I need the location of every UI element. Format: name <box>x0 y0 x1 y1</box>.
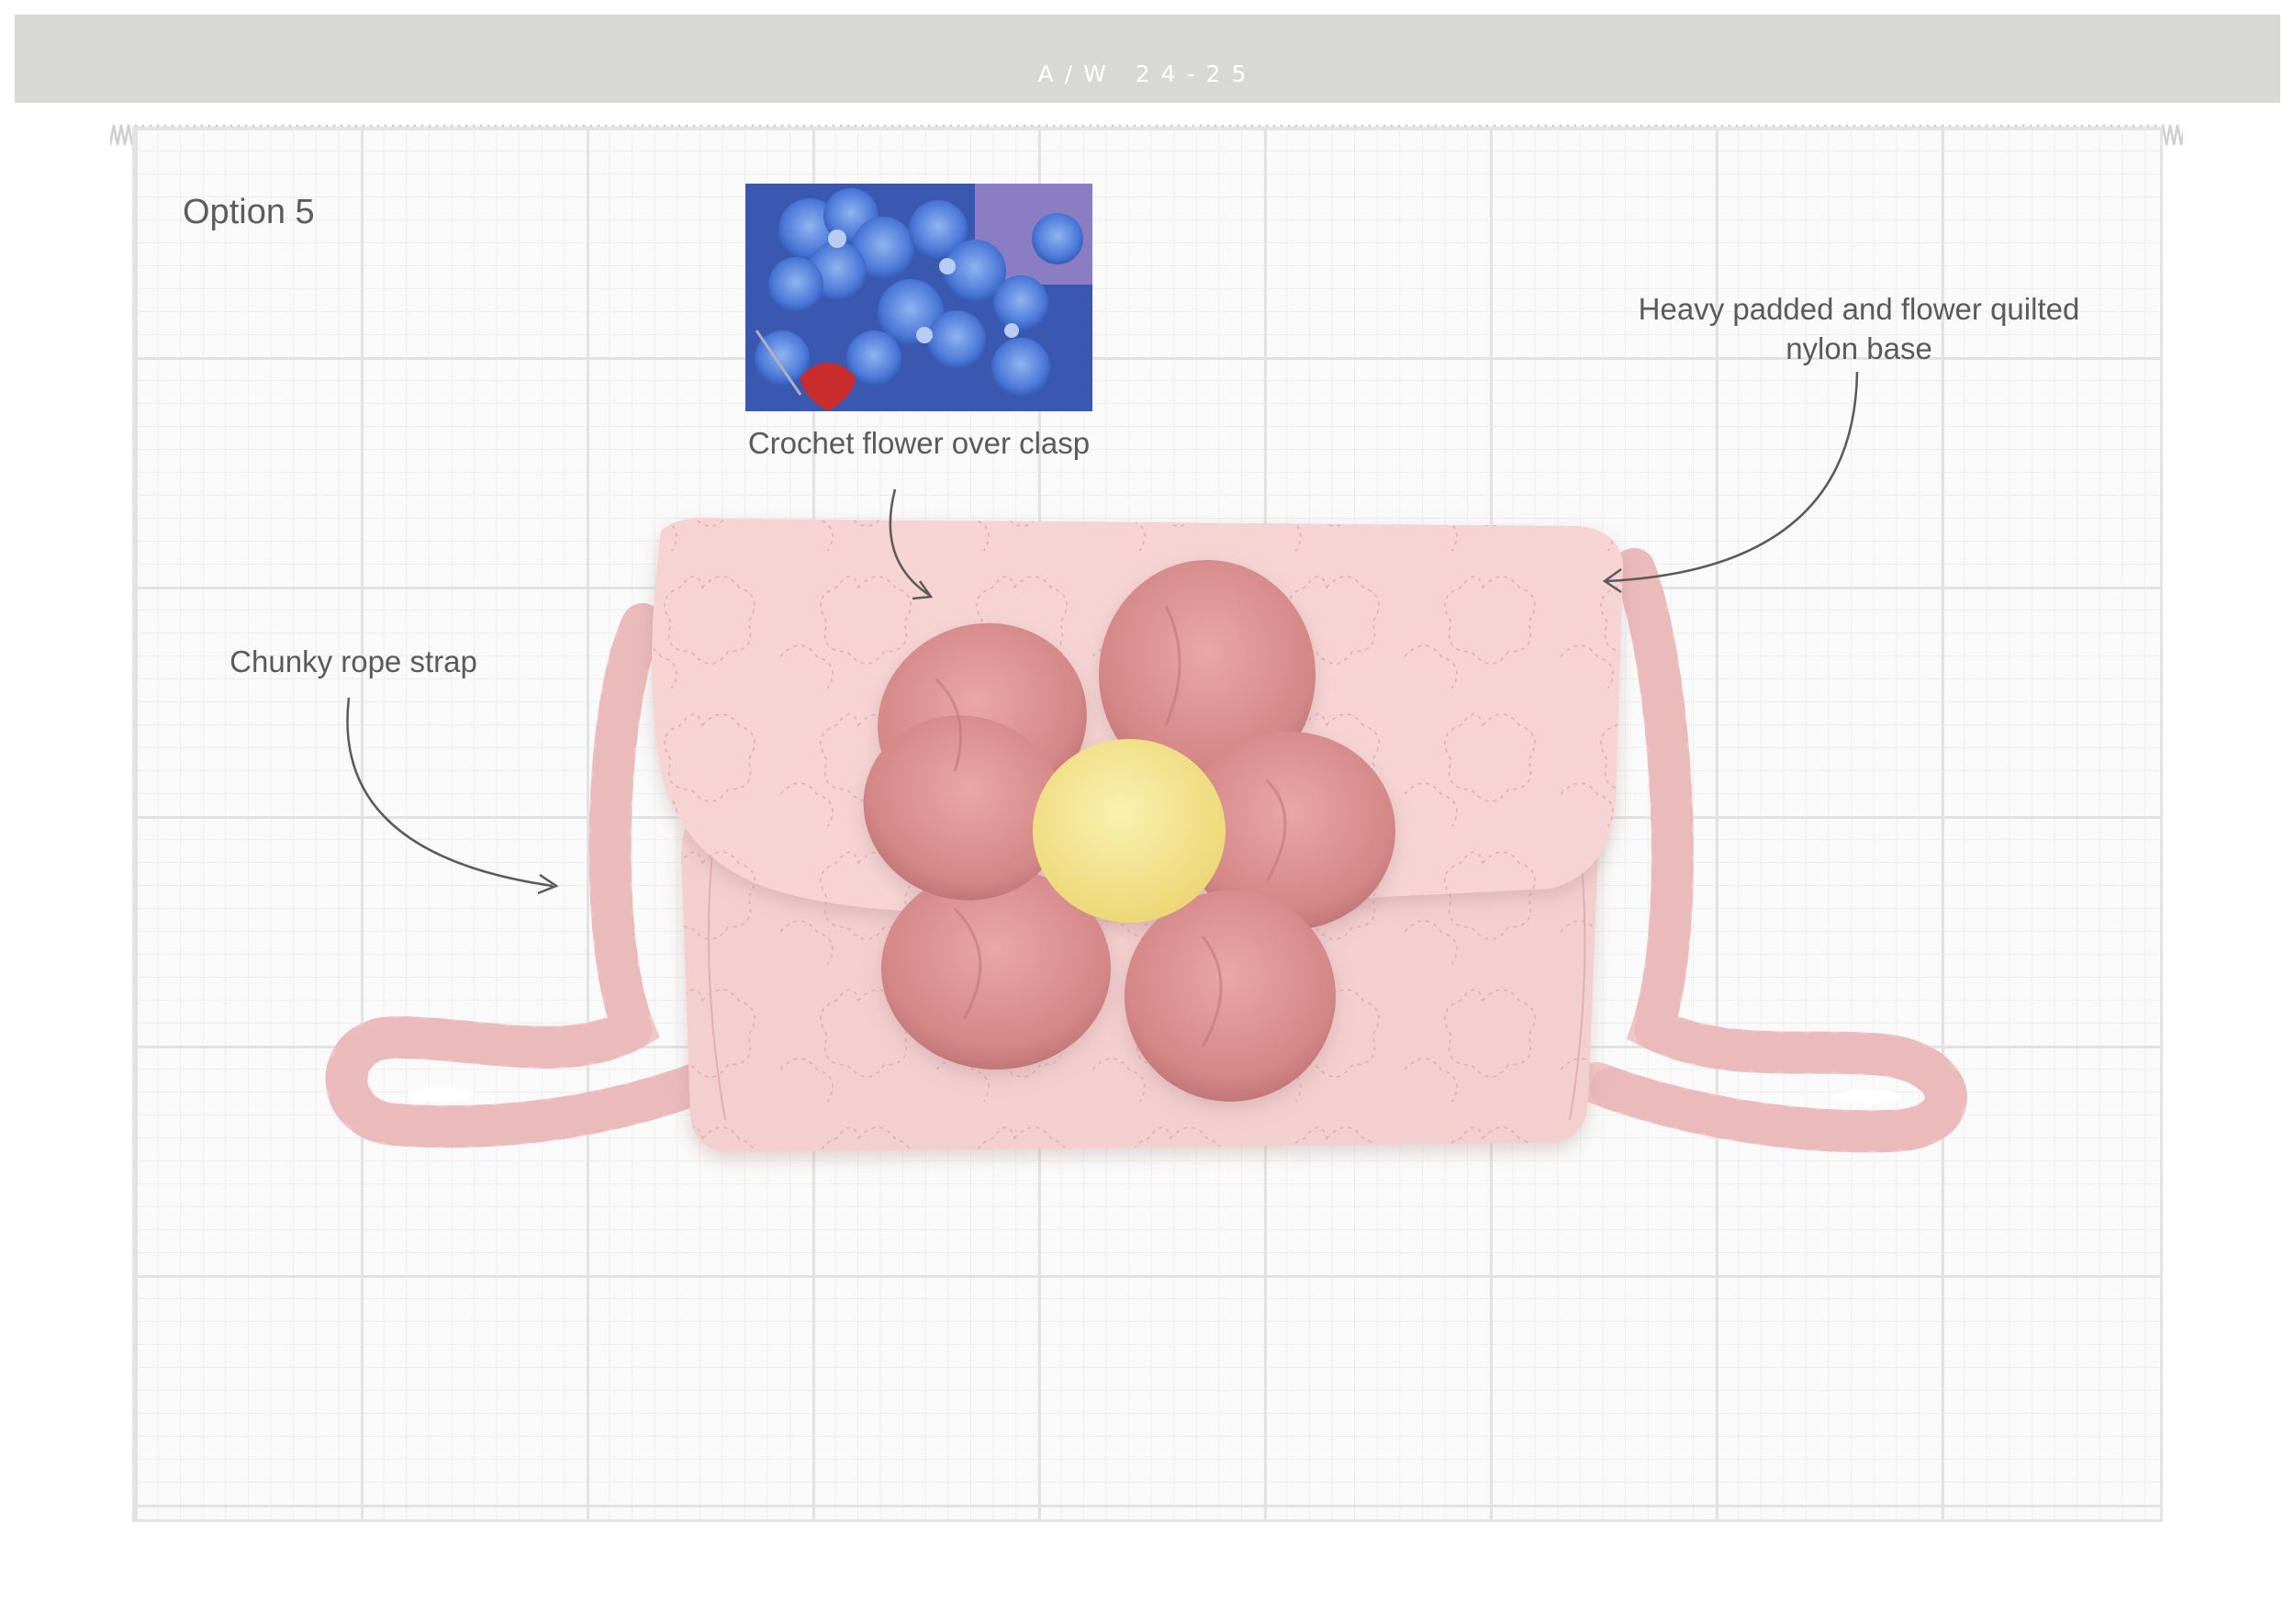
callout-rope-strap: Chunky rope strap <box>230 644 477 678</box>
crochet-reference-photo <box>745 184 1092 411</box>
season-label: A/W 24-25 <box>1037 61 1258 87</box>
option-title: Option 5 <box>183 193 315 231</box>
callout-crochet-flower: Crochet flower over clasp <box>747 426 1091 460</box>
callout-quilted-base-line2: nylon base <box>1786 330 1932 365</box>
callout-quilted-base-line1: Heavy padded and flower quilted <box>1638 292 2080 326</box>
callout-quilted-base: Heavy padded and flower quilted nylon ba… <box>1602 290 2116 369</box>
header-bar: A/W 24-25 <box>15 15 2280 103</box>
